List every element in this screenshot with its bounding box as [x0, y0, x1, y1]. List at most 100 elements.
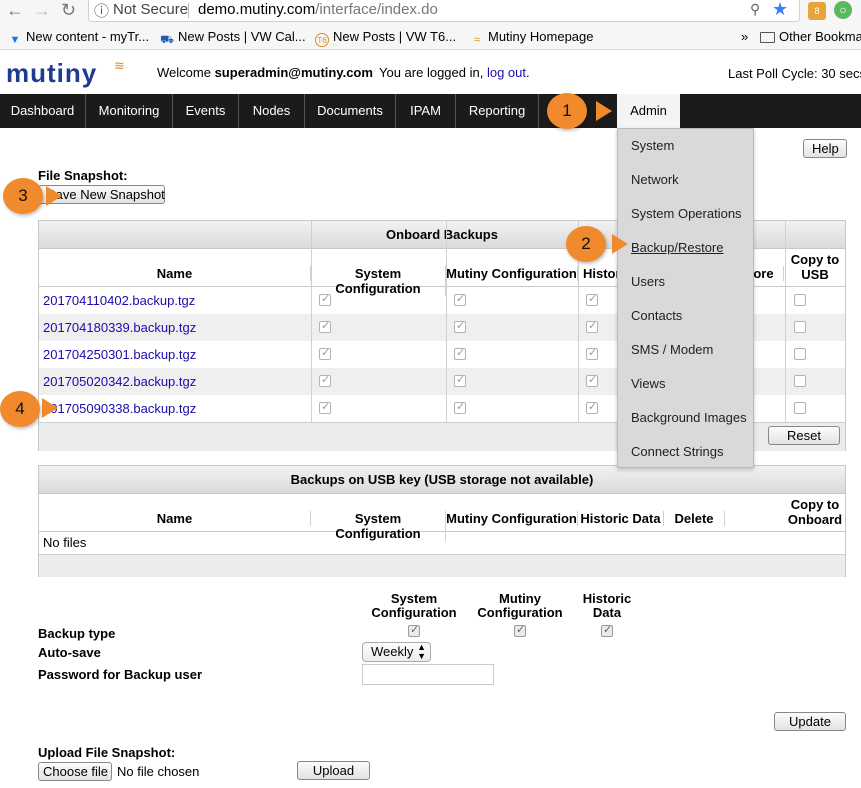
- copy-to-usb-checkbox[interactable]: [794, 294, 806, 306]
- mutiny-config-checkbox: [454, 319, 466, 333]
- system-config-checkbox: [319, 319, 331, 333]
- backup-file-link[interactable]: 201704250301.backup.tgz: [43, 347, 196, 362]
- backup-file-link[interactable]: 201704110402.backup.tgz: [43, 293, 195, 308]
- callout-4: 4: [0, 391, 40, 427]
- file-snapshot-label: File Snapshot:: [38, 168, 128, 183]
- nav-ipam[interactable]: IPAM: [396, 94, 456, 128]
- no-file-chosen-text: No file chosen: [117, 764, 200, 779]
- last-poll-cycle: Last Poll Cycle: 30 secs a: [728, 66, 861, 81]
- back-icon[interactable]: ←: [6, 0, 24, 21]
- col-copy-to-onboard: Copy to Onboard: [787, 497, 843, 527]
- extension-badge-icon[interactable]: 8: [808, 2, 826, 20]
- help-button[interactable]: Help: [803, 139, 847, 158]
- nav-documents[interactable]: Documents: [305, 94, 396, 128]
- bookmark-2[interactable]: ⛟ New Posts | VW Cal...: [160, 29, 306, 47]
- url-text[interactable]: demo.mutiny.com/interface/index.do: [198, 1, 438, 18]
- info-icon[interactable]: ⓘ: [94, 0, 109, 21]
- menu-item-background-images[interactable]: Background Images: [631, 410, 747, 425]
- url-path: /interface/index.do: [315, 1, 438, 18]
- bookmark-4[interactable]: ≈ Mutiny Homepage: [470, 29, 594, 47]
- settings-col-system: System Configuration: [371, 591, 457, 620]
- system-config-checkbox: [319, 346, 331, 360]
- key-icon[interactable]: ⚲: [750, 1, 760, 18]
- backup-historic-checkbox[interactable]: [601, 623, 613, 637]
- callout-1-pointer: [596, 101, 612, 121]
- settings-col-mutiny: Mutiny Configuration: [477, 591, 563, 620]
- address-separator: [188, 3, 189, 18]
- menu-item-system-operations[interactable]: System Operations: [631, 206, 742, 221]
- col-delete: Delete: [664, 511, 725, 526]
- backup-password-input[interactable]: [362, 664, 494, 685]
- copy-to-usb-checkbox[interactable]: [794, 321, 806, 333]
- autosave-label: Auto-save: [38, 645, 101, 660]
- bookmark-favicon-icon: ▼: [9, 34, 21, 46]
- welcome-text: Welcome superadmin@mutiny.com: [157, 65, 373, 80]
- usb-backups-title: Backups on USB key (USB storage not avai…: [39, 466, 845, 494]
- username: superadmin@mutiny.com: [214, 65, 373, 80]
- col-historic-data: Historic Data: [578, 511, 664, 526]
- mutiny-config-checkbox: [454, 400, 466, 414]
- url-host: demo.mutiny.com: [198, 1, 316, 18]
- no-files-text: No files: [43, 535, 87, 550]
- col-restore: tore: [749, 266, 784, 281]
- bookmark-1[interactable]: ▼ New content - myTr...: [8, 29, 150, 47]
- update-button[interactable]: Update: [774, 712, 846, 731]
- menu-item-backup-restore[interactable]: Backup/Restore: [631, 240, 724, 255]
- more-bookmarks[interactable]: »: [741, 29, 748, 44]
- menu-item-sms-modem[interactable]: SMS / Modem: [631, 342, 713, 357]
- menu-item-system[interactable]: System: [631, 138, 674, 153]
- forward-icon[interactable]: →: [33, 0, 51, 21]
- nav-dashboard[interactable]: Dashboard: [0, 94, 86, 128]
- backup-system-checkbox[interactable]: [408, 623, 420, 637]
- col-mutiny-configuration: Mutiny Configuration: [446, 511, 578, 526]
- bookmark-label: New Posts | VW T6...: [333, 29, 457, 44]
- extension-icon[interactable]: ○: [834, 1, 852, 19]
- menu-item-views[interactable]: Views: [631, 376, 665, 391]
- menu-item-network[interactable]: Network: [631, 172, 679, 187]
- usb-header-row: Name System Configuration Mutiny Configu…: [39, 494, 845, 541]
- bookmark-label: New Posts | VW Cal...: [178, 29, 306, 44]
- callout-2: 2: [566, 226, 606, 262]
- bookmark-label: New content - myTr...: [26, 29, 150, 44]
- mutiny-config-checkbox: [454, 292, 466, 306]
- mutiny-config-checkbox: [454, 346, 466, 360]
- logout-link[interactable]: log out: [487, 65, 526, 80]
- table-row: No files: [39, 532, 845, 554]
- nav-admin[interactable]: Admin: [617, 94, 680, 128]
- backup-file-link[interactable]: 201705020342.backup.tgz: [43, 374, 196, 389]
- copy-to-usb-checkbox[interactable]: [794, 348, 806, 360]
- reload-icon[interactable]: ↻: [61, 0, 76, 21]
- backup-file-link[interactable]: 201705090338.backup.tgz: [43, 401, 196, 416]
- historic-data-checkbox: [586, 373, 598, 387]
- not-secure-label: Not Secure: [113, 1, 189, 18]
- menu-item-users[interactable]: Users: [631, 274, 665, 289]
- callout-4-pointer: [42, 398, 58, 418]
- reset-button[interactable]: Reset: [768, 426, 840, 445]
- upload-button[interactable]: Upload: [297, 761, 370, 780]
- choose-file-button[interactable]: Choose file: [38, 762, 112, 781]
- nav-monitoring[interactable]: Monitoring: [86, 94, 173, 128]
- other-bookmarks[interactable]: Other Bookma: [760, 29, 861, 44]
- usb-footer-row: [39, 554, 845, 577]
- folder-icon: [760, 32, 775, 43]
- callout-3-pointer: [46, 186, 62, 206]
- copy-to-usb-checkbox[interactable]: [794, 375, 806, 387]
- bookmark-star-icon[interactable]: ★: [772, 0, 788, 20]
- settings-col-historic: Historic Data: [582, 591, 632, 620]
- historic-data-checkbox: [586, 400, 598, 414]
- callout-2-pointer: [612, 234, 628, 254]
- col-name: Name: [39, 266, 311, 281]
- nav-reporting[interactable]: Reporting: [456, 94, 539, 128]
- other-bookmarks-label: Other Bookma: [779, 29, 861, 44]
- nav-nodes[interactable]: Nodes: [239, 94, 305, 128]
- bookmark-3[interactable]: T6 New Posts | VW T6...: [315, 29, 456, 47]
- address-bar[interactable]: [88, 0, 800, 22]
- copy-to-usb-checkbox[interactable]: [794, 402, 806, 414]
- autosave-select[interactable]: Weekly ▲ ▼: [362, 642, 431, 662]
- backup-mutiny-checkbox[interactable]: [514, 623, 526, 637]
- menu-item-connect-strings[interactable]: Connect Strings: [631, 444, 724, 459]
- backup-file-link[interactable]: 201704180339.backup.tgz: [43, 320, 196, 335]
- mutiny-logo: mutiny: [6, 58, 98, 88]
- nav-events[interactable]: Events: [173, 94, 239, 128]
- menu-item-contacts[interactable]: Contacts: [631, 308, 682, 323]
